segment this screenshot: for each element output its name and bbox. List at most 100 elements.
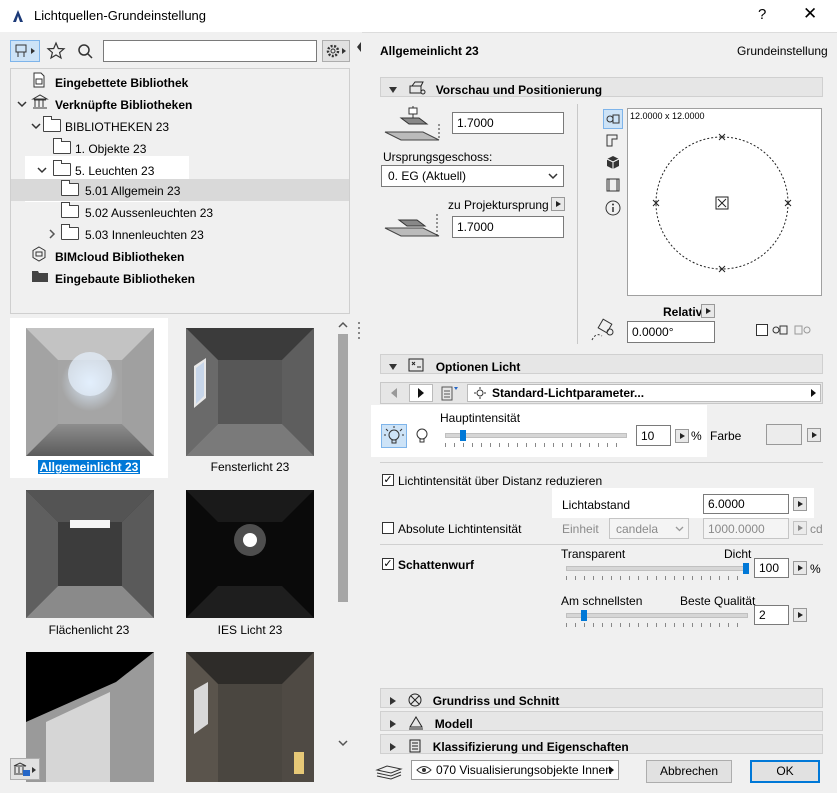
tree-item-builtin[interactable]: Eingebaute Bibliotheken bbox=[11, 268, 349, 290]
unit-value: candela bbox=[616, 522, 659, 536]
search-button[interactable] bbox=[75, 41, 95, 61]
object-name: Allgemeinlicht 23 bbox=[380, 44, 479, 58]
angle-input[interactable] bbox=[627, 321, 715, 343]
layer-icon bbox=[375, 762, 403, 780]
section-light-options[interactable]: Optionen Licht bbox=[380, 354, 823, 374]
thumb-label-ies[interactable]: IES Licht 23 bbox=[175, 623, 325, 637]
thumb-flaechenlicht[interactable] bbox=[26, 490, 154, 618]
thumb-ies[interactable] bbox=[186, 490, 314, 618]
close-button[interactable]: ✕ bbox=[803, 4, 817, 24]
layer-selector[interactable]: 070 Visualisierungsobjekte Innen bbox=[411, 760, 619, 780]
gallery-scrollbar[interactable] bbox=[336, 318, 350, 790]
settings-button[interactable] bbox=[322, 40, 350, 62]
cancel-button[interactable]: Abbrechen bbox=[646, 760, 732, 783]
tree-item-leuchten[interactable]: 5. Leuchten 23 bbox=[11, 160, 349, 182]
project-origin-arrow[interactable] bbox=[551, 197, 565, 211]
library-manager-button[interactable] bbox=[10, 758, 40, 780]
view-list-button[interactable] bbox=[604, 176, 622, 194]
splitter-grip[interactable] bbox=[355, 320, 363, 340]
help-button[interactable]: ? bbox=[758, 6, 766, 23]
intensity-input[interactable] bbox=[636, 425, 671, 446]
unit-dropdown[interactable]: candela bbox=[609, 518, 689, 539]
scroll-thumb[interactable] bbox=[338, 334, 348, 602]
intensity-slider-thumb[interactable] bbox=[460, 430, 466, 441]
quality-slider-thumb[interactable] bbox=[581, 610, 587, 621]
chevron-down-icon bbox=[31, 116, 41, 138]
story-dropdown[interactable]: 0. EG (Aktuell) bbox=[381, 165, 564, 187]
project-origin-label: zu Projektursprung bbox=[448, 198, 549, 212]
mirror-icon-alt bbox=[793, 322, 813, 338]
tree-item-objekte[interactable]: 1. Objekte 23 bbox=[11, 138, 349, 160]
tree-item-embedded[interactable]: Eingebettete Bibliothek bbox=[11, 72, 349, 94]
intensity-unit-arrow[interactable] bbox=[675, 429, 689, 443]
tree-item-aussen[interactable]: 5.02 Aussenleuchten 23 bbox=[11, 202, 349, 224]
tree-item-innen[interactable]: 5.03 Innenleuchten 23 bbox=[11, 224, 349, 246]
color-arrow[interactable] bbox=[807, 428, 821, 442]
tree-label: Verknüpfte Bibliotheken bbox=[55, 98, 193, 112]
section-model[interactable]: Modell bbox=[380, 711, 823, 731]
project-origin-input[interactable] bbox=[452, 216, 564, 238]
view-mode-button[interactable] bbox=[10, 40, 40, 62]
view-2d-button[interactable] bbox=[603, 109, 623, 129]
thumb-label-flaechenlicht[interactable]: Flächenlicht 23 bbox=[14, 623, 164, 637]
view-section-button[interactable] bbox=[604, 132, 622, 150]
ok-button[interactable]: OK bbox=[750, 760, 820, 783]
shadow-checkbox[interactable]: ✓ bbox=[382, 558, 394, 570]
reduce-distance-checkbox[interactable]: ✓ bbox=[382, 474, 394, 486]
tree-item-bibliotheken[interactable]: BIBLIOTHEKEN 23 bbox=[11, 116, 349, 138]
scroll-down-arrow[interactable] bbox=[336, 736, 350, 750]
section-floor-plan[interactable]: Grundriss und Schnitt bbox=[380, 688, 823, 708]
next-page-button[interactable] bbox=[409, 384, 433, 402]
intensity-slider-track[interactable] bbox=[445, 433, 627, 438]
quality-input[interactable] bbox=[754, 605, 789, 625]
cd-input[interactable]: 1000.0000 bbox=[703, 518, 789, 539]
absolute-intensity-checkbox[interactable] bbox=[382, 522, 394, 534]
light-on-button[interactable] bbox=[381, 424, 407, 448]
page-selector[interactable]: Standard-Lichtparameter... bbox=[467, 384, 821, 402]
thumb-room-window[interactable] bbox=[186, 652, 314, 782]
mirror-checkbox[interactable] bbox=[756, 324, 768, 336]
scroll-up-arrow[interactable] bbox=[336, 318, 350, 332]
light-options-icon bbox=[408, 358, 429, 376]
light-off-button[interactable] bbox=[411, 424, 433, 448]
collapse-pane-icon[interactable] bbox=[355, 40, 363, 54]
tree-item-linked[interactable]: Verknüpfte Bibliotheken bbox=[11, 94, 349, 116]
thumb-label-allgemeinlicht[interactable]: Allgemeinlicht 23 bbox=[14, 460, 164, 474]
quality-arrow[interactable] bbox=[793, 608, 807, 622]
page-list-icon bbox=[441, 386, 458, 401]
preview-canvas: 12.0000 x 12.0000 bbox=[627, 108, 822, 296]
thumb-label-fensterlicht[interactable]: Fensterlicht 23 bbox=[175, 460, 325, 474]
lichtabstand-input[interactable] bbox=[703, 494, 789, 514]
elevation-input[interactable] bbox=[452, 112, 564, 134]
folder-icon bbox=[61, 180, 79, 196]
page-list-button[interactable] bbox=[438, 384, 462, 402]
shadow-slider-track[interactable] bbox=[566, 566, 748, 571]
view-3d-button[interactable] bbox=[604, 154, 622, 172]
dicht-label: Dicht bbox=[724, 547, 752, 561]
quality-slider-track[interactable] bbox=[566, 613, 748, 618]
info-button[interactable] bbox=[604, 199, 622, 217]
cd-arrow[interactable] bbox=[793, 521, 807, 535]
favorites-button[interactable] bbox=[46, 41, 66, 61]
gear-icon bbox=[326, 44, 346, 58]
tree-item-allgemein[interactable]: 5.01 Allgemein 23 bbox=[11, 180, 349, 202]
search-input[interactable] bbox=[103, 40, 317, 62]
window-title: Lichtquellen-Grundeinstellung bbox=[34, 8, 207, 23]
shadow-input[interactable] bbox=[754, 558, 789, 578]
absolute-intensity-label: Absolute Lichtintensität bbox=[398, 522, 522, 536]
thumb-spot[interactable] bbox=[26, 652, 154, 782]
tree-item-bimcloud[interactable]: BIMcloud Bibliotheken bbox=[11, 246, 349, 268]
thumb-fensterlicht[interactable] bbox=[186, 328, 314, 456]
search-icon bbox=[78, 44, 93, 59]
relativ-arrow[interactable] bbox=[701, 304, 715, 318]
shadow-unit-arrow[interactable] bbox=[793, 561, 807, 575]
section-title: Klassifizierung und Eigenschaften bbox=[432, 740, 629, 754]
section-preview[interactable]: Vorschau und Positionierung bbox=[380, 77, 823, 97]
section-classification[interactable]: Klassifizierung und Eigenschaften bbox=[380, 734, 823, 754]
prev-page-button[interactable] bbox=[383, 385, 405, 401]
shadow-slider-thumb[interactable] bbox=[743, 563, 749, 574]
lichtabstand-arrow[interactable] bbox=[793, 497, 807, 511]
thumb-allgemeinlicht[interactable] bbox=[26, 328, 154, 456]
project-origin-icon bbox=[383, 210, 447, 240]
color-swatch[interactable] bbox=[766, 424, 802, 445]
